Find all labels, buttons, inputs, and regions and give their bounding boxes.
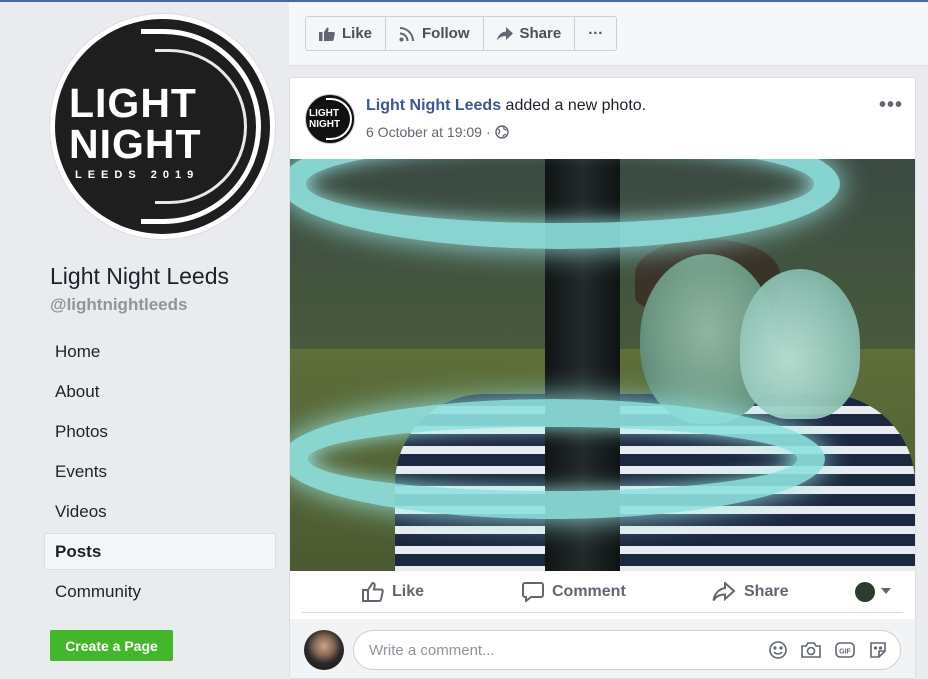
nav-item-community[interactable]: Community bbox=[44, 573, 276, 610]
post-meta: 6 October at 19:09 · bbox=[366, 124, 509, 140]
post-timestamp[interactable]: 6 October at 19:09 bbox=[366, 124, 482, 140]
page-nav: Home About Photos Events Videos Posts Co… bbox=[44, 333, 276, 613]
page-logo: LIGHT NIGHT LEEDS 2019 bbox=[55, 19, 270, 234]
like-post-button[interactable]: Like bbox=[362, 581, 425, 602]
nav-item-photos[interactable]: Photos bbox=[44, 413, 276, 450]
share-arrow-icon bbox=[496, 26, 513, 40]
camera-icon[interactable] bbox=[800, 640, 822, 660]
share-post-button[interactable]: Share bbox=[712, 581, 789, 602]
share-outline-icon bbox=[712, 581, 736, 601]
thumbs-up-icon bbox=[319, 27, 335, 41]
comment-placeholder: Write a comment... bbox=[369, 641, 495, 659]
reaction-user-avatar[interactable] bbox=[855, 582, 875, 602]
gif-icon[interactable]: GIF bbox=[834, 640, 856, 660]
create-page-button[interactable]: Create a Page bbox=[50, 630, 173, 661]
like-post-label: Like bbox=[392, 582, 425, 600]
post-photo[interactable] bbox=[290, 159, 915, 571]
rss-follow-icon bbox=[399, 26, 415, 41]
more-dots-icon: ··· bbox=[588, 25, 604, 42]
photo-raised-hand bbox=[740, 269, 860, 419]
post-action-text: added a new photo. bbox=[501, 97, 647, 114]
share-post-label: Share bbox=[744, 582, 789, 600]
nav-item-about[interactable]: About bbox=[44, 373, 276, 410]
post-header: Light Night Leeds added a new photo. bbox=[366, 97, 646, 115]
post-author-link[interactable]: Light Night Leeds bbox=[366, 97, 501, 114]
more-options-button[interactable]: ··· bbox=[575, 17, 616, 50]
share-page-label: Share bbox=[519, 25, 562, 42]
nav-item-posts[interactable]: Posts bbox=[44, 533, 276, 570]
photo-light-ring-bottom bbox=[290, 399, 825, 519]
reaction-bar: Like Comment Share bbox=[302, 571, 903, 613]
page-handle[interactable]: @lightnightleeds bbox=[50, 295, 187, 315]
logo-line-3: LEEDS 2019 bbox=[75, 169, 200, 181]
comment-input-icons: GIF bbox=[768, 640, 888, 660]
page-action-bar: Like Follow Share ··· bbox=[305, 16, 618, 51]
comment-bubble-icon bbox=[522, 581, 544, 602]
follow-page-label: Follow bbox=[422, 25, 470, 42]
avatar-logo-line-2: NIGHT bbox=[309, 119, 341, 130]
follow-page-button[interactable]: Follow bbox=[386, 17, 484, 50]
comment-input[interactable]: Write a comment... GIF bbox=[353, 630, 901, 670]
post-author-avatar[interactable]: LIGHT NIGHT bbox=[305, 94, 355, 144]
page-title[interactable]: Light Night Leeds bbox=[50, 263, 229, 290]
nav-item-events[interactable]: Events bbox=[44, 453, 276, 490]
nav-item-videos[interactable]: Videos bbox=[44, 493, 276, 530]
logo-line-2: NIGHT bbox=[69, 121, 202, 167]
share-page-button[interactable]: Share bbox=[484, 17, 576, 50]
globe-icon[interactable] bbox=[494, 125, 509, 139]
comment-post-label: Comment bbox=[552, 582, 626, 600]
thumbs-up-outline-icon bbox=[362, 581, 384, 602]
avatar-logo-line-1: LIGHT bbox=[309, 108, 339, 119]
current-user-avatar[interactable] bbox=[304, 630, 344, 670]
profile-picture[interactable]: LIGHT NIGHT LEEDS 2019 bbox=[50, 14, 275, 239]
meta-separator: · bbox=[485, 124, 491, 140]
chevron-down-icon[interactable] bbox=[881, 588, 891, 594]
emoji-icon[interactable] bbox=[768, 640, 788, 660]
nav-item-home[interactable]: Home bbox=[44, 333, 276, 370]
photo-light-ring-top bbox=[290, 159, 840, 249]
like-page-button[interactable]: Like bbox=[306, 17, 387, 50]
like-page-label: Like bbox=[342, 25, 373, 42]
logo-line-1: LIGHT bbox=[69, 80, 197, 126]
sticker-icon[interactable] bbox=[868, 640, 888, 660]
comment-post-button[interactable]: Comment bbox=[522, 581, 626, 602]
svg-text:GIF: GIF bbox=[839, 649, 851, 656]
post-options-button[interactable]: ••• bbox=[879, 94, 903, 117]
post-card: LIGHT NIGHT Light Night Leeds added a ne… bbox=[289, 77, 916, 679]
comment-composer: Write a comment... GIF bbox=[290, 619, 915, 678]
